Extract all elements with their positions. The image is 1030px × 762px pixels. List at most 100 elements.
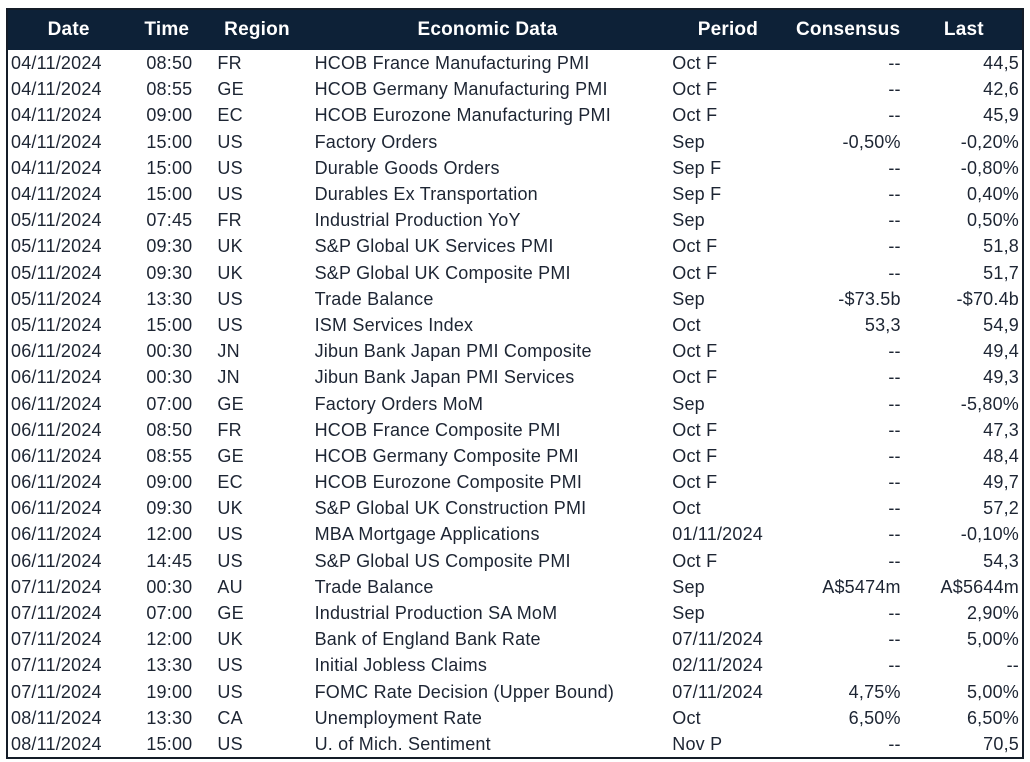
- cell-period: 07/11/2024: [665, 626, 790, 652]
- cell-period: Oct F: [665, 469, 790, 495]
- cell-date: 05/11/2024: [7, 312, 129, 338]
- cell-economic_data: S&P Global UK Construction PMI: [310, 495, 666, 521]
- cell-consensus: --: [791, 50, 906, 76]
- table-row: 05/11/202409:30UKS&P Global UK Composite…: [7, 260, 1023, 286]
- cell-date: 08/11/2024: [7, 731, 129, 758]
- table-row: 06/11/202408:55GEHCOB Germany Composite …: [7, 443, 1023, 469]
- cell-last: -0,10%: [906, 521, 1023, 547]
- cell-region: US: [204, 312, 309, 338]
- table-row: 04/11/202408:50FRHCOB France Manufacturi…: [7, 50, 1023, 76]
- cell-last: 0,40%: [906, 181, 1023, 207]
- cell-date: 04/11/2024: [7, 102, 129, 128]
- cell-period: Oct F: [665, 50, 790, 76]
- cell-consensus: 53,3: [791, 312, 906, 338]
- cell-economic_data: FOMC Rate Decision (Upper Bound): [310, 679, 666, 705]
- cell-period: Oct F: [665, 260, 790, 286]
- cell-date: 05/11/2024: [7, 286, 129, 312]
- cell-consensus: --: [791, 207, 906, 233]
- cell-period: Oct F: [665, 417, 790, 443]
- cell-economic_data: S&P Global UK Composite PMI: [310, 260, 666, 286]
- column-header-region: Region: [204, 9, 309, 50]
- cell-economic_data: Jibun Bank Japan PMI Services: [310, 364, 666, 390]
- cell-region: US: [204, 181, 309, 207]
- cell-date: 07/11/2024: [7, 626, 129, 652]
- cell-period: 02/11/2024: [665, 652, 790, 678]
- cell-economic_data: Factory Orders MoM: [310, 390, 666, 416]
- cell-consensus: --: [791, 495, 906, 521]
- cell-region: US: [204, 679, 309, 705]
- cell-region: EC: [204, 469, 309, 495]
- cell-economic_data: Jibun Bank Japan PMI Composite: [310, 338, 666, 364]
- cell-time: 13:30: [129, 705, 204, 731]
- cell-date: 06/11/2024: [7, 548, 129, 574]
- cell-consensus: --: [791, 181, 906, 207]
- cell-period: Sep: [665, 390, 790, 416]
- cell-consensus: --: [791, 548, 906, 574]
- cell-date: 06/11/2024: [7, 390, 129, 416]
- cell-last: A$5644m: [906, 574, 1023, 600]
- cell-period: 01/11/2024: [665, 521, 790, 547]
- cell-date: 04/11/2024: [7, 155, 129, 181]
- cell-time: 07:45: [129, 207, 204, 233]
- table-row: 05/11/202415:00USISM Services IndexOct53…: [7, 312, 1023, 338]
- cell-period: Sep: [665, 286, 790, 312]
- economic-calendar-table-container: Date Time Region Economic Data Period Co…: [6, 8, 1024, 759]
- cell-period: Oct: [665, 495, 790, 521]
- cell-time: 08:55: [129, 443, 204, 469]
- cell-period: Sep: [665, 207, 790, 233]
- cell-date: 06/11/2024: [7, 338, 129, 364]
- cell-economic_data: MBA Mortgage Applications: [310, 521, 666, 547]
- cell-economic_data: Durables Ex Transportation: [310, 181, 666, 207]
- cell-consensus: --: [791, 600, 906, 626]
- cell-consensus: 4,75%: [791, 679, 906, 705]
- cell-last: 44,5: [906, 50, 1023, 76]
- cell-region: FR: [204, 50, 309, 76]
- cell-date: 06/11/2024: [7, 495, 129, 521]
- cell-time: 13:30: [129, 286, 204, 312]
- cell-economic_data: HCOB Germany Manufacturing PMI: [310, 76, 666, 102]
- cell-economic_data: Unemployment Rate: [310, 705, 666, 731]
- column-header-time: Time: [129, 9, 204, 50]
- cell-economic_data: Bank of England Bank Rate: [310, 626, 666, 652]
- cell-consensus: --: [791, 260, 906, 286]
- cell-last: 48,4: [906, 443, 1023, 469]
- cell-region: GE: [204, 600, 309, 626]
- cell-time: 00:30: [129, 338, 204, 364]
- cell-last: 51,7: [906, 260, 1023, 286]
- cell-region: CA: [204, 705, 309, 731]
- cell-time: 09:30: [129, 260, 204, 286]
- cell-region: GE: [204, 443, 309, 469]
- cell-consensus: -0,50%: [791, 129, 906, 155]
- cell-time: 07:00: [129, 390, 204, 416]
- table-row: 04/11/202415:00USFactory OrdersSep-0,50%…: [7, 129, 1023, 155]
- cell-consensus: --: [791, 102, 906, 128]
- cell-time: 15:00: [129, 731, 204, 758]
- cell-economic_data: HCOB France Manufacturing PMI: [310, 50, 666, 76]
- cell-region: US: [204, 129, 309, 155]
- cell-consensus: --: [791, 469, 906, 495]
- cell-time: 14:45: [129, 548, 204, 574]
- cell-period: Nov P: [665, 731, 790, 758]
- table-row: 06/11/202412:00USMBA Mortgage Applicatio…: [7, 521, 1023, 547]
- cell-region: US: [204, 731, 309, 758]
- cell-economic_data: Industrial Production YoY: [310, 207, 666, 233]
- cell-date: 04/11/2024: [7, 129, 129, 155]
- table-row: 07/11/202407:00GEIndustrial Production S…: [7, 600, 1023, 626]
- cell-consensus: --: [791, 443, 906, 469]
- cell-last: -0,20%: [906, 129, 1023, 155]
- cell-time: 15:00: [129, 129, 204, 155]
- cell-economic_data: U. of Mich. Sentiment: [310, 731, 666, 758]
- table-row: 06/11/202409:30UKS&P Global UK Construct…: [7, 495, 1023, 521]
- cell-economic_data: Durable Goods Orders: [310, 155, 666, 181]
- cell-time: 08:50: [129, 417, 204, 443]
- cell-date: 07/11/2024: [7, 652, 129, 678]
- cell-period: Oct F: [665, 443, 790, 469]
- cell-economic_data: HCOB Eurozone Composite PMI: [310, 469, 666, 495]
- table-row: 07/11/202413:30USInitial Jobless Claims0…: [7, 652, 1023, 678]
- cell-last: 0,50%: [906, 207, 1023, 233]
- cell-region: US: [204, 521, 309, 547]
- cell-economic_data: S&P Global US Composite PMI: [310, 548, 666, 574]
- cell-economic_data: HCOB Eurozone Manufacturing PMI: [310, 102, 666, 128]
- cell-consensus: --: [791, 76, 906, 102]
- cell-date: 04/11/2024: [7, 50, 129, 76]
